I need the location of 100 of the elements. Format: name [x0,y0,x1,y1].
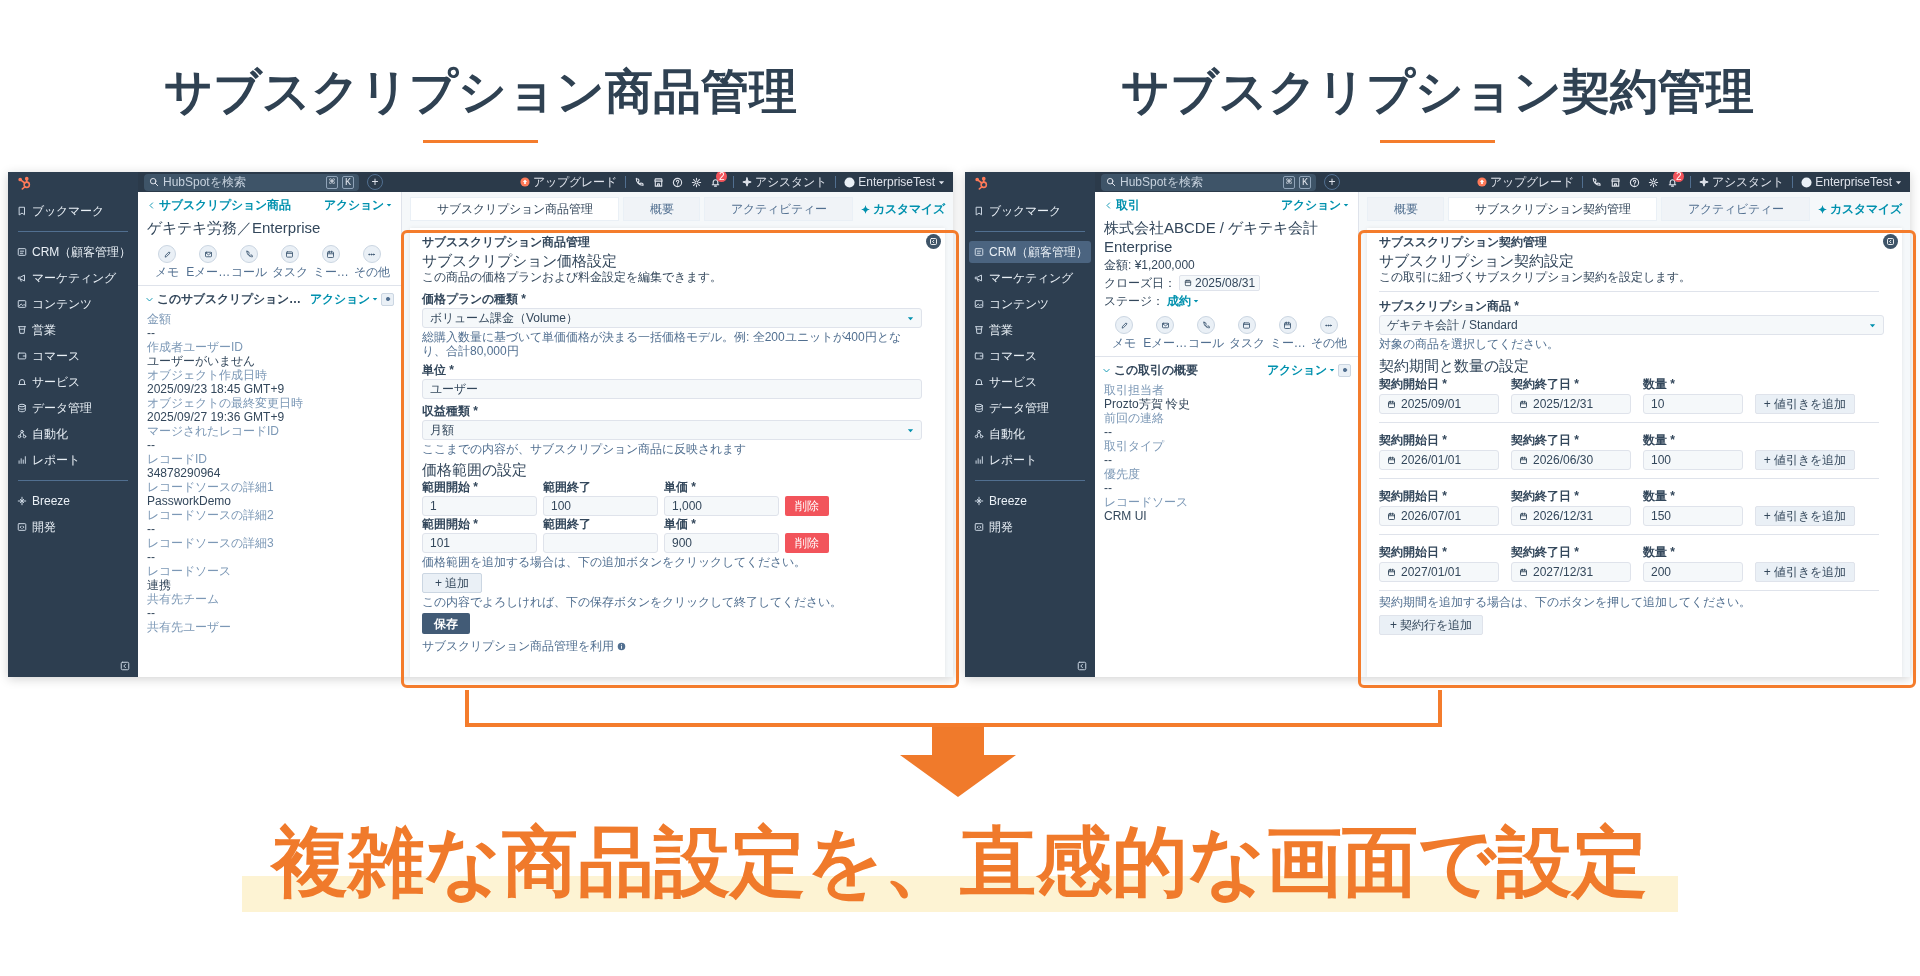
sidebar-item[interactable]: コンテンツ [12,293,134,315]
stage-dropdown[interactable]: 成約 [1167,294,1199,308]
actions-menu[interactable]: アクション [310,292,378,306]
date-field[interactable]: 2026/01/01 [1379,450,1499,470]
tab[interactable]: サブスクリプション契約管理 [1448,197,1657,221]
date-field[interactable]: 2025/09/01 [1379,394,1499,414]
quick-action-button[interactable]: ミー… [310,245,352,279]
select-field[interactable]: ゲキテキ会計 / Standard [1379,315,1884,335]
add-row-button[interactable]: + 契約行を追加 [1379,615,1484,635]
tab[interactable]: サブスクリプション商品管理 [410,197,619,221]
settings-button[interactable] [381,292,394,306]
input-field[interactable]: 100 [543,496,658,516]
sidebar-item[interactable]: 営業 [969,319,1091,341]
sparkle-icon [17,496,27,506]
sidebar-item[interactable]: Breeze [969,490,1091,512]
select-field[interactable]: 月額 [422,420,922,440]
date-field[interactable]: 2026/06/30 [1511,450,1631,470]
input-field[interactable]: 10 [1643,394,1743,414]
add-button[interactable]: + 追加 [422,573,483,593]
account-menu[interactable]: EnterpriseTest [1801,173,1902,191]
sidebar-item[interactable]: サービス [12,371,134,393]
input-field[interactable]: 900 [664,533,779,553]
sidebar-item[interactable]: 自動化 [12,423,134,445]
quick-action-button[interactable]: コール [1185,316,1227,350]
quick-action-button[interactable]: コール [228,245,270,279]
add-discount-button[interactable]: + 値引きを追加 [1755,562,1855,582]
actions-menu[interactable]: アクション [1281,198,1349,212]
date-field[interactable]: 2026/07/01 [1379,506,1499,526]
nodes-icon [17,429,27,439]
tab[interactable]: 概要 [623,197,700,221]
sidebar-item[interactable]: サービス [969,371,1091,393]
cup-icon [17,325,27,335]
quick-action-button[interactable]: タスク [269,245,311,279]
tab[interactable]: アクティビティー [704,197,853,221]
sparkle-icon [1699,177,1710,187]
date-field[interactable]: 2027/12/31 [1511,562,1631,582]
sidebar-item[interactable]: ブックマーク [969,200,1091,222]
quick-action-button[interactable]: その他 [1308,316,1349,350]
input-field[interactable]: 1,000 [664,496,779,516]
quick-action-button[interactable]: ミー… [1267,316,1309,350]
sidebar-item[interactable]: CRM（顧客管理） [12,241,134,263]
input-field[interactable]: 100 [1643,450,1743,470]
quick-action-button[interactable]: Eメー… [187,245,229,279]
tab[interactable]: アクティビティー [1661,197,1810,221]
quick-action-button[interactable]: メモ [1104,316,1145,350]
upgrade-button[interactable]: アップグレード [520,173,618,191]
sidebar-item[interactable]: CRM（顧客管理） [969,241,1091,263]
input-field[interactable]: 1 [422,496,537,516]
back-link[interactable]: サブスクリプション商品 [147,198,291,212]
sidebar-item[interactable]: ブックマーク [12,200,134,222]
collapse-button[interactable] [1883,234,1898,249]
actions-menu[interactable]: アクション [1267,363,1335,377]
input-field[interactable]: 200 [1643,562,1743,582]
sidebar-item[interactable]: レポート [12,449,134,471]
sidebar-item[interactable]: マーケティング [969,267,1091,289]
save-button[interactable]: 保存 [422,613,470,634]
sidebar-item[interactable]: Breeze [12,490,134,512]
calendar-icon [1387,567,1396,577]
quick-action-button[interactable]: タスク [1226,316,1268,350]
collapse-button[interactable] [926,234,941,249]
add-discount-button[interactable]: + 値引きを追加 [1755,506,1855,526]
sidebar-item[interactable]: 開発 [969,516,1091,538]
quick-action-button[interactable]: その他 [351,245,392,279]
sidebar-item[interactable]: 営業 [12,319,134,341]
input-field[interactable]: 101 [422,533,537,553]
date-field[interactable]: 2025/08/31 [1179,275,1261,291]
add-discount-button[interactable]: + 値引きを追加 [1755,450,1855,470]
sidebar-item[interactable]: 自動化 [969,423,1091,445]
input-field[interactable] [543,533,658,553]
upgrade-button[interactable]: アップグレード [1477,173,1575,191]
sidebar-item[interactable]: 開発 [12,516,134,538]
actions-menu[interactable]: アクション [324,198,392,212]
assistant-button[interactable]: アシスタント [1699,173,1785,191]
assistant-button[interactable]: アシスタント [742,173,828,191]
input-field[interactable]: 150 [1643,506,1743,526]
sidebar-item[interactable]: データ管理 [969,397,1091,419]
customize-link[interactable]: カスタマイズ [861,200,945,218]
quick-action-button[interactable]: Eメー… [1144,316,1186,350]
sidebar-item[interactable]: コマース [969,345,1091,367]
tab[interactable]: 概要 [1367,197,1444,221]
sidebar-item[interactable]: マーケティング [12,267,134,289]
date-field[interactable]: 2025/12/31 [1511,394,1631,414]
sidebar-item[interactable]: レポート [969,449,1091,471]
settings-button[interactable] [1338,363,1351,377]
back-link[interactable]: 取引 [1104,198,1140,212]
search-field[interactable]: HubSpotを検索 ⌘ K [144,173,359,191]
date-field[interactable]: 2026/12/31 [1511,506,1631,526]
search-field[interactable]: HubSpotを検索 ⌘ K [1101,173,1316,191]
sidebar-item[interactable]: コマース [12,345,134,367]
sidebar-item[interactable]: データ管理 [12,397,134,419]
account-menu[interactable]: EnterpriseTest [844,173,945,191]
add-discount-button[interactable]: + 値引きを追加 [1755,394,1855,414]
customize-link[interactable]: カスタマイズ [1818,200,1902,218]
date-field[interactable]: 2027/01/01 [1379,562,1499,582]
sidebar-item[interactable]: コンテンツ [969,293,1091,315]
property-value: CRM UI [1104,509,1147,523]
quick-action-button[interactable]: メモ [147,245,188,279]
select-field[interactable]: ボリューム課金（Volume） [422,308,922,328]
record-title: 株式会社ABCDE / ゲキテキ会計Enterprise [1104,218,1320,256]
input-field[interactable]: ユーザー [422,379,922,399]
